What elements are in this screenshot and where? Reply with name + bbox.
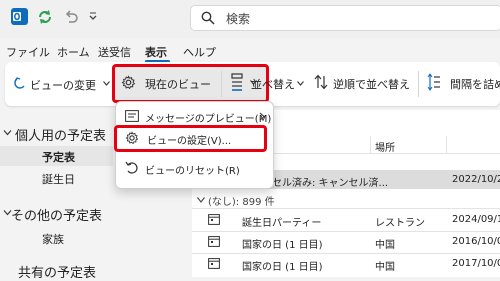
gear-icon [125,131,139,145]
tab-view[interactable]: 表示 [145,44,167,60]
menu-item-label: ビューの設定(V)... [147,136,232,147]
ribbon-divider [221,71,222,97]
reverse-sort-button[interactable]: 逆順で並べ替え [314,73,414,93]
current-view-menu: メッセージのプレビュー(M) ビューの設定(V)... ビューのリセット(R) [114,101,274,189]
calendar-item-icon [208,213,220,225]
row-subject: 国家の日 (1 日目) [242,262,323,273]
table-row[interactable]: 国家の日 (1 日目) 中国 2017/10/0 [192,254,500,275]
search-icon [201,11,215,25]
column-separator [370,136,371,153]
group-header[interactable]: (なし): 899 件 [208,193,275,208]
row-date: 2016/10/0 [452,236,500,247]
sort-arrows-icon [314,74,328,90]
menu-tab-bar: ファイル ホーム 送受信 表示 ヘルプ [0,38,500,63]
sync-icon[interactable] [37,9,53,25]
row-subject: 国家の日 (1 日目) [242,240,323,251]
ribbon-divider [418,71,419,97]
collapse-chevron-icon[interactable] [3,128,12,137]
table-row[interactable]: 国家の日 (1 日目) 中国 2016/10/0 [192,232,500,253]
tab-send-receive[interactable]: 送受信 [98,44,131,60]
menu-item-label: ビューのリセット(R) [145,166,240,177]
folder-group-header[interactable]: その他の予定表 [11,205,102,224]
message-preview-icon [125,110,139,122]
title-bar: 検索 [0,0,500,38]
arrange-label: 並べ替え [251,78,295,91]
row-location: レストラン [375,218,425,229]
calendar-item-icon [208,235,220,247]
column-separator [446,136,447,153]
calendar-item-icon [208,257,220,269]
outlook-logo-icon [11,8,28,25]
column-header-location[interactable]: 場所 [375,139,395,154]
menu-item-message-preview[interactable]: メッセージのプレビュー(M) [118,105,272,127]
menu-item-view-settings[interactable]: ビューの設定(V)... [114,125,267,152]
spacing-icon [427,73,441,91]
row-location: 中国 [375,262,395,273]
chevron-down-icon [297,81,304,86]
row-divider [192,208,500,209]
tab-file[interactable]: ファイル [6,44,50,60]
compact-spacing-button[interactable]: 間隔を詰め [427,73,500,93]
row-date: 2017/10/0 [452,258,500,269]
folder-group-header[interactable]: 共有の予定表 [18,262,96,281]
row-subject: 誕生日パーティー [242,218,322,229]
row-date: 2022/10/2 [452,174,500,185]
folder-group-header[interactable]: 個人用の予定表 [15,125,106,144]
menu-item-reset-view[interactable]: ビューのリセット(R) [118,157,268,179]
gear-icon [121,75,136,90]
change-view-icon [13,76,27,90]
row-date: 2024/09/12 [452,214,500,225]
folder-item-family[interactable]: 家族 [42,231,64,247]
reset-undo-icon [125,161,139,175]
arrange-button[interactable]: 並べ替え [231,73,305,93]
arrange-icon [231,73,247,91]
search-placeholder: 検索 [226,12,251,26]
compact-spacing-label: 間隔を詰め [450,78,500,91]
row-location: 中国 [375,240,395,251]
change-view-button[interactable]: ビューの変更 [13,74,110,94]
tab-home[interactable]: ホーム [57,44,90,60]
search-box[interactable]: 検索 [190,5,500,31]
change-view-label: ビューの変更 [30,79,96,92]
current-view-label: 現在のビュー [145,78,211,91]
reverse-sort-label: 逆順で並べ替え [333,78,410,91]
table-row[interactable]: 誕生日パーティー レストラン 2024/09/12 [192,210,500,231]
folder-item-calendar[interactable]: 予定表 [42,149,75,165]
undo-icon[interactable] [63,9,79,25]
menu-item-label: メッセージのプレビュー(M) [145,114,272,125]
folder-item-birthdays[interactable]: 誕生日 [42,171,75,187]
quick-access-dropdown-icon[interactable] [88,11,98,21]
chevron-down-icon [103,81,110,86]
chevron-down-icon[interactable] [197,197,205,203]
tab-help[interactable]: ヘルプ [183,44,216,60]
chevron-right-icon [259,112,265,121]
